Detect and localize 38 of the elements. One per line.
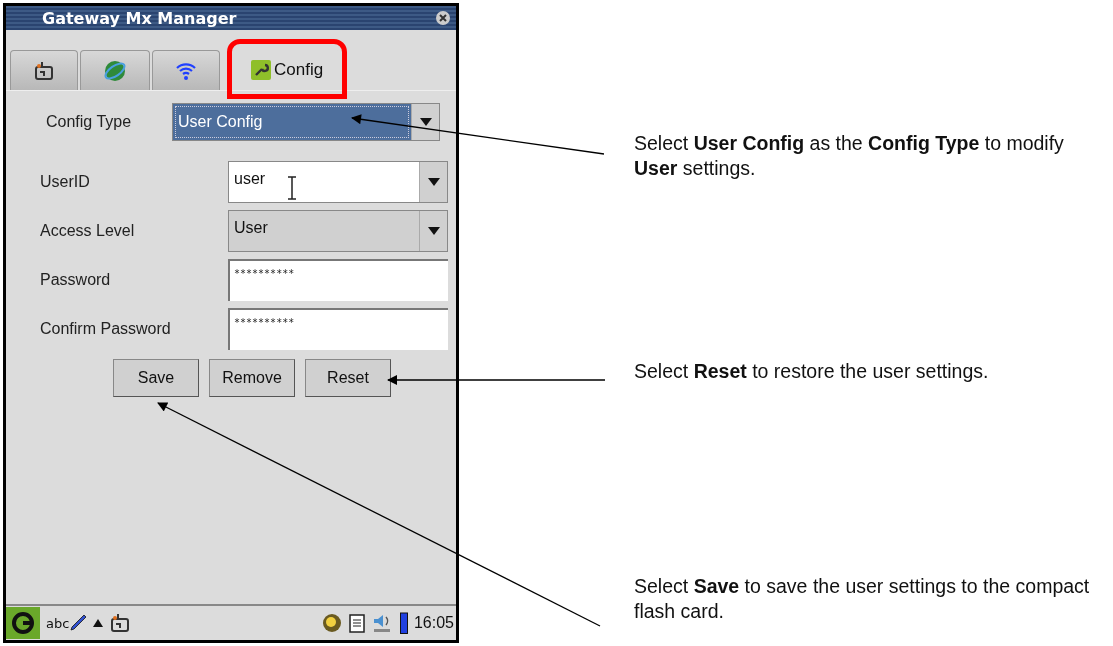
input-method-label[interactable]: abc [46,615,70,631]
callout-text: Select User Config as the Config Type to modify User settings. [634,131,1065,181]
magnifier-icon[interactable] [321,613,342,633]
window-title: Gateway Mx Manager [42,8,237,28]
field-label: Access Level [39,222,136,240]
field-label: UserID [39,173,91,191]
tab[interactable] [152,50,220,90]
clock: 16:05 [413,614,454,632]
field-label: Confirm Password [39,320,172,338]
config-type-dropdown[interactable]: User Config [172,103,440,141]
callout-text: Select Save to save the user settings to the compact flash card. [634,574,1091,624]
wrench-icon [251,59,271,80]
action-button[interactable]: Remove [209,359,295,397]
caret-icon [419,118,432,126]
password-field[interactable]: ********** [228,308,448,350]
robot-icon [33,59,55,82]
pencil-icon[interactable] [69,614,88,632]
tab[interactable] [10,50,78,90]
field-label: Password [39,271,112,289]
robot-icon[interactable] [109,612,132,634]
access-level-dropdown[interactable]: User [228,210,448,252]
start-button[interactable] [6,607,40,639]
caret-icon [427,178,440,186]
launcher-icon [12,612,34,634]
globe-icon [103,58,127,83]
battery-icon [399,612,408,634]
callout-text: Select Reset to restore the user settings. [634,359,990,384]
up-arrow-icon[interactable] [93,619,104,627]
password-field[interactable]: ********** [228,259,448,301]
caret-icon [427,227,440,235]
close-icon[interactable] [436,11,450,25]
dropdown-button[interactable] [419,162,447,202]
clipboard-icon[interactable] [347,613,366,633]
action-button[interactable]: Reset [305,359,391,397]
text-cursor-icon [287,176,298,200]
field-label: Config Type [45,113,133,131]
userid-combo-field[interactable]: user [228,161,448,203]
action-button[interactable]: Save [113,359,199,397]
